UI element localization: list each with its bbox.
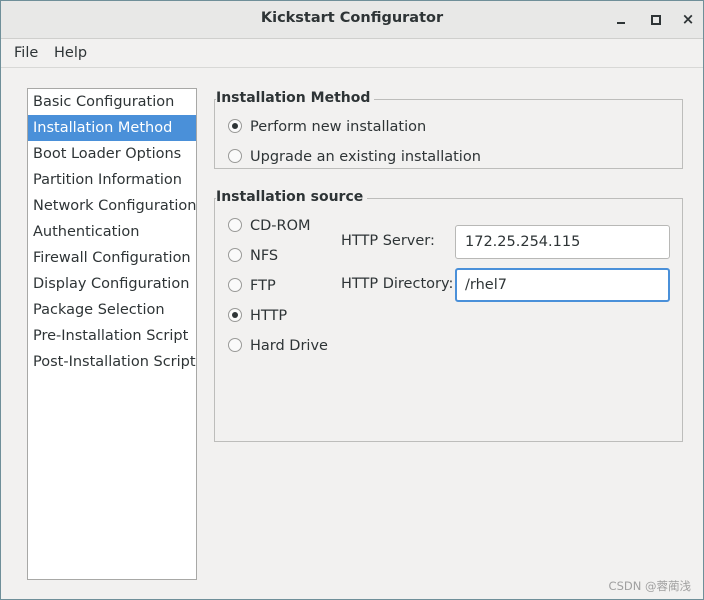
radio-button[interactable] [228, 338, 242, 352]
sidebar-item-package-selection[interactable]: Package Selection [28, 297, 196, 323]
installation-method-title: Installation Method [216, 90, 375, 106]
radio-label: HTTP [250, 308, 288, 324]
sidebar-item-pre-installation-script[interactable]: Pre-Installation Script [28, 323, 196, 349]
installation-source-title: Installation source [216, 189, 368, 205]
minimize-icon[interactable] [611, 9, 631, 29]
radio-label: CD-ROM [250, 218, 311, 234]
radio-label: NFS [250, 248, 279, 264]
menu-bar: File Help [1, 39, 703, 68]
watermark: CSDN @蓉蔺浅 [608, 579, 691, 593]
radio-label: Perform new installation [250, 119, 427, 135]
radio-label: Upgrade an existing installation [250, 149, 481, 165]
sidebar-item-partition-information[interactable]: Partition Information [28, 167, 196, 193]
http-server-label: HTTP Server: [341, 233, 435, 249]
menu-help[interactable]: Help [54, 45, 87, 61]
sidebar-item-authentication[interactable]: Authentication [28, 219, 196, 245]
sidebar-item-basic-configuration[interactable]: Basic Configuration [28, 89, 196, 115]
close-icon[interactable]: × [678, 9, 698, 29]
radio-button[interactable] [228, 248, 242, 262]
http-directory-label: HTTP Directory: [341, 276, 454, 292]
radio-button[interactable] [228, 149, 242, 163]
sidebar-item-display-configuration[interactable]: Display Configuration [28, 271, 196, 297]
sidebar-list: Basic Configuration Installation Method … [27, 88, 197, 580]
sidebar-item-post-installation-script[interactable]: Post-Installation Script [28, 349, 196, 375]
radio-label: FTP [250, 278, 276, 294]
window-title: Kickstart Configurator [260, 10, 444, 26]
http-directory-input[interactable] [455, 268, 670, 302]
radio-button[interactable] [228, 278, 242, 292]
sidebar-item-boot-loader-options[interactable]: Boot Loader Options [28, 141, 196, 167]
menu-file[interactable]: File [14, 45, 38, 61]
radio-label: Hard Drive [250, 338, 328, 354]
radio-button[interactable] [228, 308, 242, 322]
radio-button[interactable] [228, 119, 242, 133]
radio-button[interactable] [228, 218, 242, 232]
http-server-input[interactable] [455, 225, 670, 259]
title-bar[interactable]: Kickstart Configurator × [1, 1, 703, 39]
maximize-icon[interactable] [645, 9, 665, 29]
sidebar-item-firewall-configuration[interactable]: Firewall Configuration [28, 245, 196, 271]
sidebar-item-network-configuration[interactable]: Network Configuration [28, 193, 197, 219]
sidebar-item-installation-method[interactable]: Installation Method [28, 115, 196, 141]
kickstart-window: Kickstart Configurator × File Help Basic… [0, 0, 704, 600]
